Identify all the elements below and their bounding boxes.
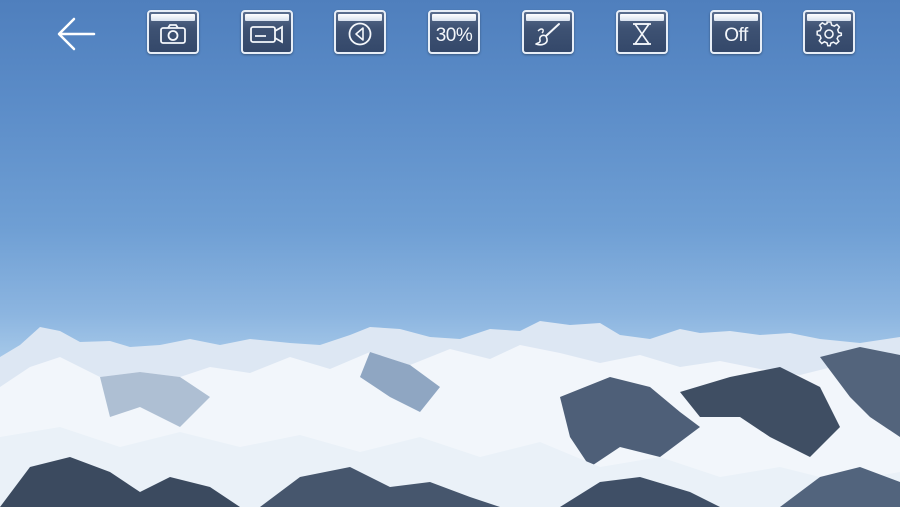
- playback-button[interactable]: [334, 10, 386, 54]
- camera-icon: [158, 18, 188, 47]
- gear-icon: [815, 16, 843, 49]
- camera-preview-mountains: [0, 321, 900, 507]
- play-back-icon: [346, 17, 374, 48]
- arrow-left-icon: [54, 14, 98, 59]
- snapshot-button[interactable]: [147, 10, 199, 54]
- brush-button[interactable]: [522, 10, 574, 54]
- hourglass-icon: [629, 17, 655, 48]
- toggle-off-button[interactable]: Off: [710, 10, 762, 54]
- brush-icon: [533, 17, 563, 48]
- toggle-state-label: Off: [724, 25, 748, 46]
- video-camera-icon: [248, 18, 286, 47]
- timer-button[interactable]: [616, 10, 668, 54]
- quality-label: 30%: [435, 25, 473, 46]
- settings-button[interactable]: [803, 10, 855, 54]
- back-button[interactable]: [52, 14, 100, 58]
- quality-button[interactable]: 30%: [428, 10, 480, 54]
- record-video-button[interactable]: [241, 10, 293, 54]
